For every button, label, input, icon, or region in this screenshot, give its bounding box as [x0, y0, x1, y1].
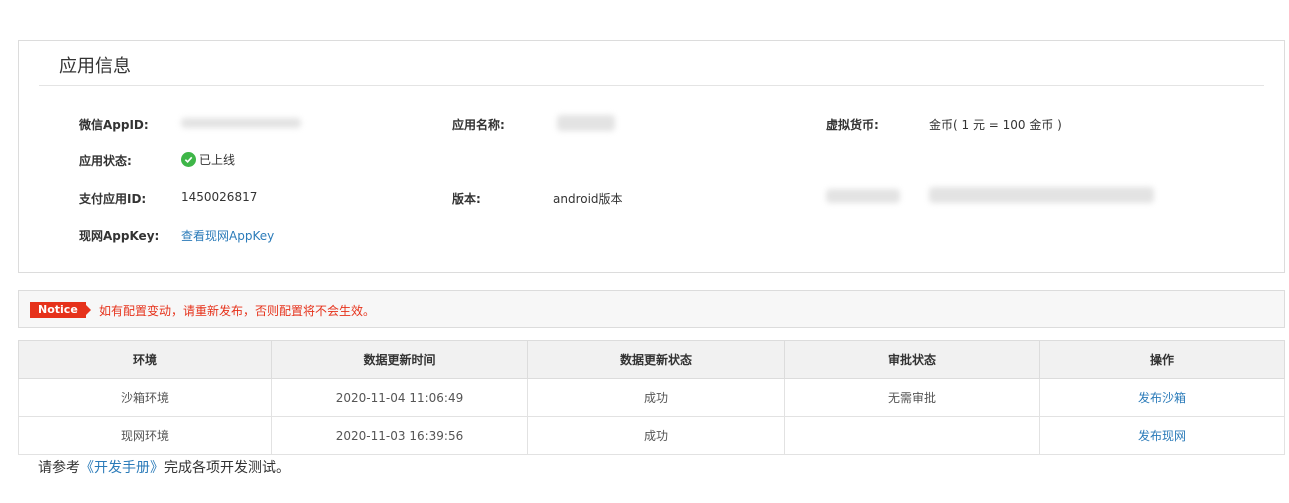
live-appkey-label: 现网AppKey:: [79, 229, 160, 243]
panel-title: 应用信息: [59, 56, 131, 77]
dev-manual-link[interactable]: 《开发手册》: [80, 460, 164, 476]
cell-action: 发布现网: [1039, 416, 1285, 455]
check-circle-icon: [181, 152, 196, 167]
cell-update-status: 成功: [527, 416, 785, 455]
divider: [39, 85, 1264, 86]
pay-appid-value: 1450026817: [181, 190, 258, 204]
view-live-appkey-link[interactable]: 查看现网AppKey: [181, 227, 274, 244]
redacted-field-value: [929, 187, 1154, 203]
publish-live-link[interactable]: 发布现网: [1138, 429, 1186, 443]
cell-approval-status: [784, 416, 1040, 455]
notice-badge: Notice: [30, 302, 91, 318]
environment-table: 环境 数据更新时间 数据更新状态 审批状态 操作 沙箱环境 2020-11-04…: [18, 340, 1285, 455]
notice-text: 如有配置变动，请重新发布，否则配置将不会生效。: [99, 304, 376, 318]
cell-env: 沙箱环境: [18, 378, 272, 417]
table-header-row: 环境 数据更新时间 数据更新状态 审批状态 操作: [18, 340, 1285, 379]
app-status-text: 已上线: [199, 153, 236, 167]
cell-action: 发布沙箱: [1039, 378, 1285, 417]
footer-suffix: 完成各项开发测试。: [164, 460, 290, 476]
virtual-currency-label: 虚拟货币:: [826, 118, 879, 132]
wechat-appid-value-redacted: [181, 118, 301, 128]
dev-guide-hint: 请参考《开发手册》完成各项开发测试。: [38, 457, 290, 477]
column-header-env: 环境: [18, 340, 272, 379]
version-label: 版本:: [452, 192, 481, 206]
cell-env: 现网环境: [18, 416, 272, 455]
cell-update-time: 2020-11-03 16:39:56: [271, 416, 528, 455]
table-row: 沙箱环境 2020-11-04 11:06:49 成功 无需审批 发布沙箱: [18, 378, 1285, 417]
notice-bar: Notice 如有配置变动，请重新发布，否则配置将不会生效。: [18, 290, 1285, 328]
app-status-label: 应用状态:: [79, 154, 132, 168]
cell-update-time: 2020-11-04 11:06:49: [271, 378, 528, 417]
wechat-appid-label: 微信AppID:: [79, 118, 149, 132]
pay-appid-label: 支付应用ID:: [79, 192, 147, 206]
app-info-panel: 应用信息 微信AppID: 应用名称: 虚拟货币: 金币( 1 元 = 100 …: [18, 40, 1285, 273]
version-value: android版本: [553, 192, 623, 206]
column-header-actions: 操作: [1039, 340, 1285, 379]
cell-update-status: 成功: [527, 378, 785, 417]
column-header-approval-status: 审批状态: [784, 340, 1040, 379]
publish-sandbox-link[interactable]: 发布沙箱: [1138, 391, 1186, 405]
app-name-value-redacted: [557, 115, 615, 131]
footer-prefix: 请参考: [38, 460, 80, 476]
table-row: 现网环境 2020-11-03 16:39:56 成功 发布现网: [18, 416, 1285, 455]
virtual-currency-value: 金币( 1 元 = 100 金币 ): [929, 118, 1062, 132]
redacted-field-label: [826, 189, 900, 203]
cell-approval-status: 无需审批: [784, 378, 1040, 417]
app-status-value: 已上线: [181, 151, 235, 168]
column-header-update-status: 数据更新状态: [527, 340, 785, 379]
app-name-label: 应用名称:: [452, 118, 505, 132]
column-header-update-time: 数据更新时间: [271, 340, 528, 379]
